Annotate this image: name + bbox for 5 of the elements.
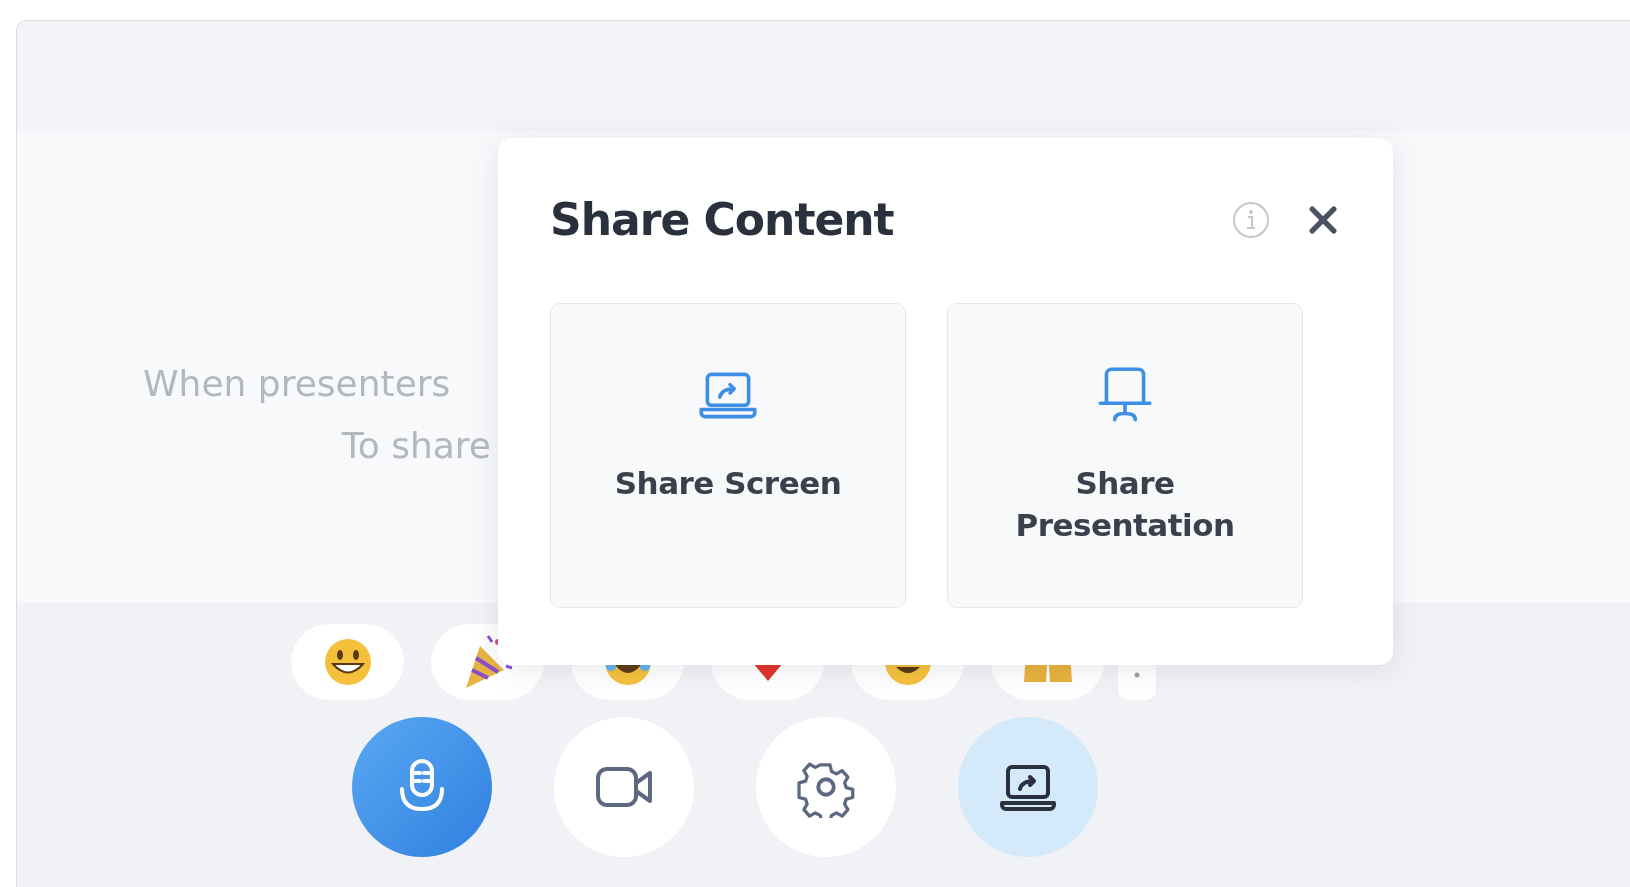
share-screen-card[interactable]: Share Screen xyxy=(550,303,906,608)
placeholder-text: To share xyxy=(341,424,491,468)
share-presentation-card[interactable]: Share Presentation xyxy=(947,303,1303,608)
placeholder-text: When presenters xyxy=(143,362,451,406)
dialog-title: Share Content xyxy=(550,194,894,245)
